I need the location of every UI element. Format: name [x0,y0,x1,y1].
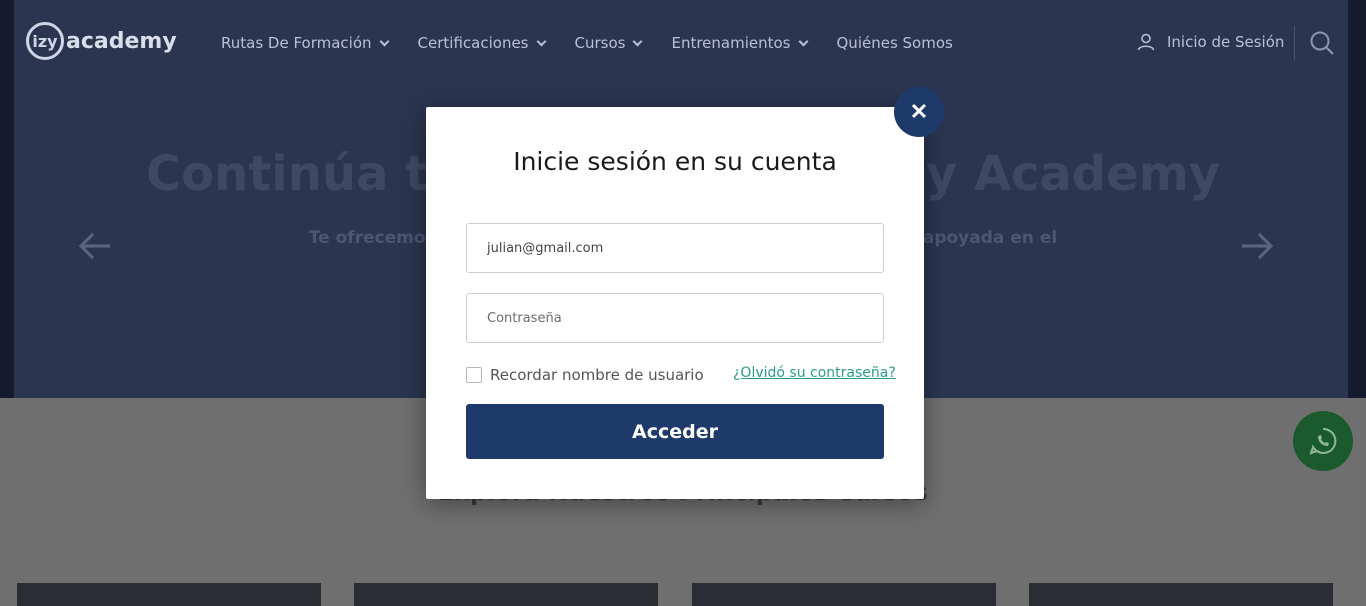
remember-me[interactable]: Recordar nombre de usuario [466,366,704,384]
email-field[interactable] [466,223,884,273]
remember-label: Recordar nombre de usuario [490,366,704,384]
password-field[interactable] [466,293,884,343]
login-modal: Inicie sesión en su cuenta Recordar nomb… [426,107,924,499]
close-button[interactable]: ✕ [894,87,944,137]
forgot-password-link[interactable]: ¿Olvidó su contraseña? [733,365,896,381]
modal-title: Inicie sesión en su cuenta [513,147,837,176]
remember-checkbox[interactable] [466,367,482,383]
close-icon: ✕ [909,99,929,124]
submit-button[interactable]: Acceder [466,404,884,459]
